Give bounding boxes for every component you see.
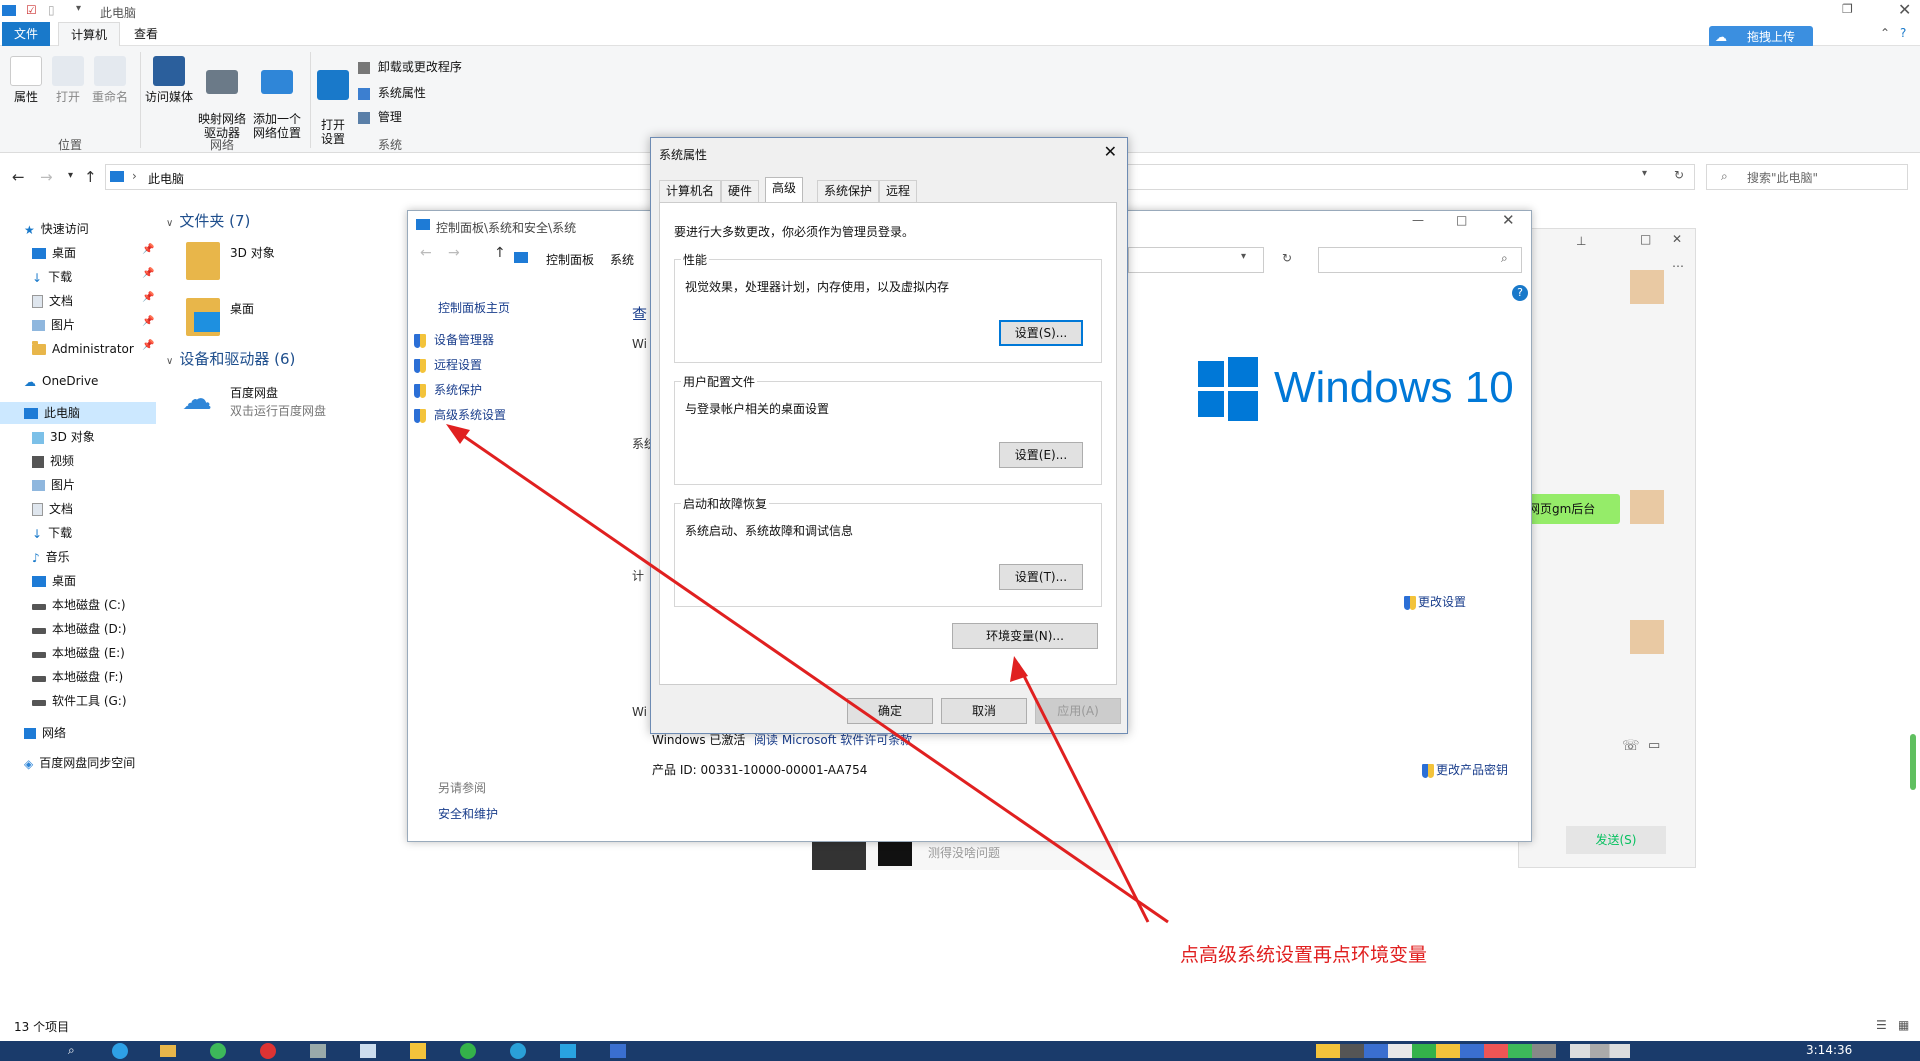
app-icon[interactable] xyxy=(260,1043,276,1059)
ie-icon[interactable] xyxy=(112,1043,128,1059)
status-bar-text: 13 个项目 xyxy=(14,1020,70,1034)
file-explorer-icon[interactable] xyxy=(160,1045,176,1057)
details-view-icon[interactable]: ☰ xyxy=(1876,1018,1887,1032)
app-icon[interactable] xyxy=(560,1044,576,1058)
arrow-head xyxy=(446,424,470,444)
tray-status-icons[interactable] xyxy=(1570,1044,1630,1058)
app-icon[interactable] xyxy=(310,1044,326,1058)
taskbar: ⌕ 3:14:36 xyxy=(0,1041,1920,1061)
app-icon[interactable] xyxy=(510,1043,526,1059)
clock[interactable]: 3:14:36 xyxy=(1806,1043,1852,1057)
app-icon[interactable] xyxy=(610,1044,626,1058)
tiles-view-icon[interactable]: ▦ xyxy=(1898,1018,1909,1032)
arrow-to-advanced-settings xyxy=(451,426,1169,924)
annotation-arrows xyxy=(446,424,1169,924)
arrow-to-env-variables xyxy=(1016,663,1150,923)
scrollbar-thumb[interactable] xyxy=(1910,734,1916,790)
tray-icons[interactable] xyxy=(1316,1044,1556,1058)
app-icon[interactable] xyxy=(210,1043,226,1059)
wechat-icon[interactable] xyxy=(460,1043,476,1059)
app-icon[interactable] xyxy=(360,1044,376,1058)
annotation-text: 点高级系统设置再点环境变量 xyxy=(1180,944,1428,966)
app-icon[interactable] xyxy=(410,1043,426,1059)
search-icon[interactable]: ⌕ xyxy=(68,1043,75,1058)
